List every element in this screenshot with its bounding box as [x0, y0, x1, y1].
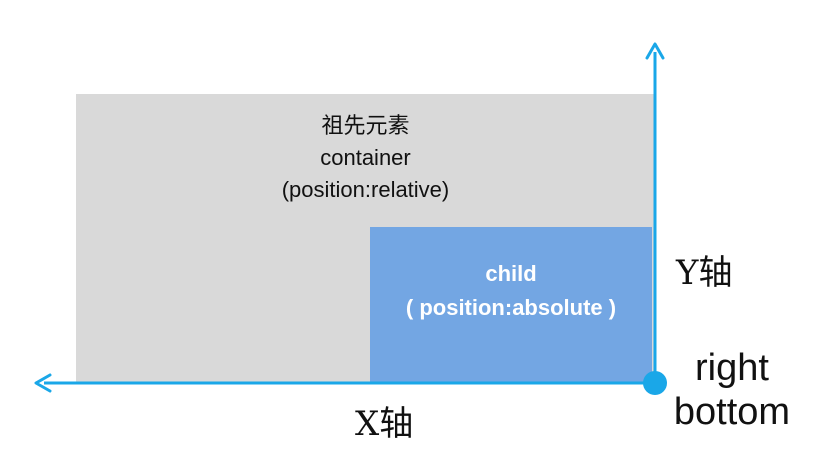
- right-bottom-label-line-1: right: [695, 347, 769, 389]
- x-axis-label: X轴: [355, 404, 414, 444]
- right-bottom-label: right bottom: [662, 346, 802, 434]
- y-axis-label: Y轴: [676, 253, 733, 293]
- right-bottom-label-line-2: bottom: [673, 391, 791, 433]
